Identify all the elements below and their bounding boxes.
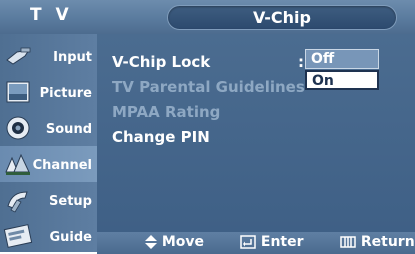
channel-icon: [5, 153, 30, 175]
dropdown-option-off[interactable]: Off: [305, 49, 379, 69]
sidebar-item-sound[interactable]: Sound: [0, 110, 97, 146]
input-icon: [6, 47, 31, 65]
sidebar-item-channel[interactable]: Channel: [0, 146, 97, 182]
dropdown-option-on[interactable]: On: [305, 70, 379, 90]
osd-window: T V V-Chip Input Picture Sound Channel S…: [0, 0, 415, 254]
menu-title: V-Chip: [253, 8, 311, 27]
sidebar-item-label: Input: [53, 50, 92, 65]
menu-item-tv-parental-guidelines: TV Parental Guidelines: [112, 78, 305, 96]
header-bar: T V V-Chip: [0, 0, 415, 34]
source-label: T V: [30, 5, 73, 25]
menu-item-vchip-lock[interactable]: V-Chip Lock: [112, 53, 210, 71]
footer-enter: Enter: [240, 234, 304, 250]
sidebar-item-label: Setup: [49, 194, 92, 209]
menu-item-mpaa-rating: MPAA Rating: [112, 103, 221, 121]
menu-title-pill: V-Chip: [167, 5, 397, 30]
sidebar-item-label: Picture: [39, 86, 92, 101]
return-icon: [340, 236, 356, 248]
value-separator: :: [298, 53, 304, 71]
footer-return: Return: [340, 234, 415, 250]
sidebar-item-label: Guide: [49, 230, 92, 245]
sidebar-item-setup[interactable]: Setup: [0, 182, 97, 218]
sidebar-item-label: Sound: [45, 122, 92, 137]
sidebar-item-input[interactable]: Input: [0, 38, 97, 74]
picture-icon: [6, 81, 30, 103]
sound-icon: [6, 116, 30, 140]
sidebar-item-label: Channel: [32, 158, 92, 173]
vchip-lock-dropdown[interactable]: Off On: [305, 49, 379, 91]
vchip-menu-panel: V-Chip Lock TV Parental Guidelines MPAA …: [97, 34, 415, 232]
enter-icon: [240, 235, 256, 249]
sidebar-item-guide[interactable]: Guide: [0, 218, 97, 254]
footer-enter-label: Enter: [260, 234, 304, 250]
sidebar: Input Picture Sound Channel Setup Guide: [0, 34, 97, 252]
guide-icon: [3, 224, 33, 248]
footer-bar: Move Enter Return: [97, 232, 415, 254]
footer-move-label: Move: [161, 234, 205, 250]
setup-icon: [7, 191, 28, 213]
up-down-arrow-icon: [145, 235, 157, 249]
footer-move: Move: [145, 234, 204, 250]
footer-return-label: Return: [360, 234, 415, 250]
sidebar-item-picture[interactable]: Picture: [0, 74, 97, 110]
menu-item-change-pin[interactable]: Change PIN: [112, 128, 210, 146]
